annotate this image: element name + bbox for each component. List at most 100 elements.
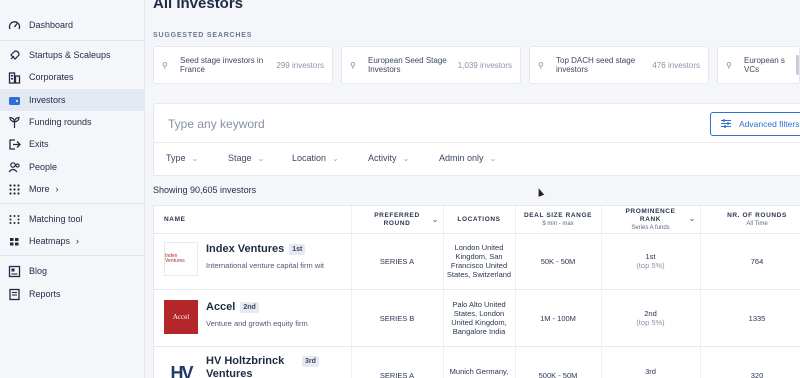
sidebar-item-heatmaps[interactable]: Heatmaps › — [0, 230, 145, 252]
suggested-search-text: European Seed Stage Investors — [368, 56, 447, 74]
reports-icon — [8, 288, 21, 301]
rank-badge: 1st — [289, 243, 306, 255]
sidebar-item-startups[interactable]: Startups & Scaleups — [0, 44, 145, 66]
sidebar-item-funding-rounds[interactable]: Funding rounds — [0, 111, 145, 133]
sidebar-item-dashboard[interactable]: Dashboard — [0, 14, 145, 36]
dashboard-icon — [8, 19, 21, 32]
sidebar-item-exits[interactable]: Exits — [0, 133, 145, 155]
header-nr-rounds[interactable]: NR. OF ROUNDSAll Time⌄ — [700, 206, 800, 233]
filter-location[interactable]: Location ⌄ — [292, 153, 339, 163]
header-label: NR. OF ROUNDS — [727, 211, 787, 219]
header-sublabel: $ min - max — [542, 220, 574, 227]
logo-text: Index Ventures — [165, 253, 185, 264]
sidebar-item-label: Startups & Scaleups — [29, 50, 111, 60]
search-icon: ⚲ — [538, 60, 544, 70]
deal-size: 500K - 50M — [538, 370, 578, 378]
locations: London United Kingdom, San Francisco Uni… — [446, 243, 512, 279]
suggested-search-text: Seed stage investors in France — [180, 56, 264, 74]
sidebar-item-label: People — [29, 162, 58, 172]
sidebar-item-matching-tool[interactable]: Matching tool — [0, 208, 145, 230]
suggested-search-card[interactable]: ⚲ European Seed Stage Investors 1,039 in… — [341, 46, 521, 84]
suggested-search-card[interactable]: ⚲ Seed stage investors in France 299 inv… — [153, 46, 333, 84]
sidebar-item-corporates[interactable]: Corporates — [0, 66, 145, 88]
suggested-search-count: 476 investors — [652, 60, 700, 70]
nr-rounds: 1335 — [748, 313, 766, 323]
investor-name-text: Index Ventures — [206, 243, 285, 255]
investor-logo: Accel — [164, 300, 198, 334]
advanced-filters-label: Advanced filters — [739, 119, 800, 129]
search-icon: ⚲ — [162, 60, 168, 70]
sidebar-item-label: Reports — [29, 289, 61, 299]
prominence-value: 1st — [645, 252, 656, 261]
prominence-rank: 3rd — [601, 364, 700, 378]
logo-text: Accel — [172, 313, 190, 321]
scrollbar[interactable] — [796, 55, 799, 75]
header-name[interactable]: NAME — [154, 206, 351, 233]
search-icon: ⚲ — [726, 60, 732, 70]
sliders-icon — [721, 118, 731, 130]
sidebar-item-blog[interactable]: Blog — [0, 260, 145, 282]
page-title: All Investors — [153, 0, 244, 12]
preferred-round: SERIES A — [379, 256, 415, 266]
header-prominence-rank[interactable]: PROMINENCE RANK Series A funds ⌄ — [601, 206, 700, 233]
main-content: All Investors SUGGESTED SEARCHES ⚲ Seed … — [145, 0, 800, 378]
chevron-down-icon: ⌄ — [191, 153, 199, 163]
people-icon — [8, 161, 21, 174]
rank-badge: 3rd — [302, 356, 319, 367]
filter-activity[interactable]: Activity ⌄ — [368, 153, 409, 163]
suggested-search-text: European s VCs — [744, 56, 785, 74]
filter-type[interactable]: Type ⌄ — [166, 153, 198, 163]
sidebar-item-more[interactable]: More › — [0, 178, 145, 200]
sidebar-item-label: More — [29, 184, 50, 194]
filter-stage[interactable]: Stage ⌄ — [228, 153, 264, 163]
advanced-filters-button[interactable]: Advanced filters — [710, 112, 800, 136]
chevron-down-icon: ⌄ — [688, 214, 696, 223]
sidebar-item-investors[interactable]: Investors — [0, 89, 145, 111]
investor-logo: Index Ventures — [164, 242, 198, 276]
header-label: LOCATIONS — [457, 215, 501, 223]
chevron-down-icon: ⌄ — [332, 153, 339, 163]
seed-icon — [8, 116, 21, 129]
sidebar-item-reports[interactable]: Reports — [0, 283, 145, 305]
suggested-search-card[interactable]: ⚲ European s VCs — [717, 46, 800, 84]
matching-icon — [8, 213, 21, 226]
header-preferred-round[interactable]: PREFERRED ROUND ⌄ — [351, 206, 443, 233]
header-locations[interactable]: LOCATIONS — [443, 206, 515, 233]
investor-name[interactable]: Index Ventures 1st — [206, 243, 306, 255]
suggested-search-count: 1,039 investors — [457, 60, 512, 70]
prominence-sub: (top 5%) — [636, 261, 665, 270]
filter-label: Stage — [228, 153, 252, 163]
sidebar-item-label: Heatmaps — [29, 236, 71, 246]
filter-admin-only[interactable]: Admin only ⌄ — [439, 153, 496, 163]
prominence-value: 2nd — [644, 309, 657, 318]
sidebar-item-label: Corporates — [29, 72, 74, 82]
suggested-search-text: Top DACH seed stage investors — [556, 56, 636, 74]
heatmap-icon — [8, 235, 21, 248]
wallet-icon — [8, 94, 21, 107]
sidebar-item-people[interactable]: People — [0, 156, 145, 178]
investor-name-text: HV Holtzbrinck Ventures — [206, 355, 285, 378]
filters-row: Type ⌄ Stage ⌄ Location ⌄ Activity ⌄ Admin o… — [153, 143, 800, 176]
investor-name[interactable]: Accel 2nd — [206, 301, 259, 313]
search-icon: ⚲ — [350, 60, 356, 70]
deal-size: 50K - 50M — [540, 256, 576, 266]
preferred-round: SERIES A — [379, 370, 415, 378]
header-deal-size[interactable]: DEAL SIZE RANGE $ min - max — [515, 206, 601, 233]
search-input[interactable] — [168, 114, 548, 134]
locations: Palo Alto United States, London United K… — [451, 300, 507, 336]
header-sublabel: Series A funds — [631, 224, 670, 231]
prominence-sub: (top 5%) — [636, 318, 665, 327]
investors-table: NAME PREFERRED ROUND ⌄ LOCATIONS DEAL SIZ… — [153, 205, 800, 378]
filter-label: Type — [166, 153, 186, 163]
header-label: PROMINENCE RANK — [625, 207, 676, 223]
prominence-rank: 1st (top 5%) — [601, 233, 700, 289]
sidebar-item-label: Investors — [29, 95, 66, 105]
grid-icon — [8, 183, 21, 196]
chevron-down-icon: ⌄ — [257, 153, 265, 163]
chevron-right-icon: › — [55, 184, 59, 194]
chevron-right-icon: › — [76, 236, 80, 246]
sidebar-item-label: Matching tool — [29, 214, 83, 224]
investor-logo: HV — [164, 356, 198, 378]
filter-label: Location — [292, 153, 327, 163]
suggested-search-card[interactable]: ⚲ Top DACH seed stage investors 476 inve… — [529, 46, 709, 84]
